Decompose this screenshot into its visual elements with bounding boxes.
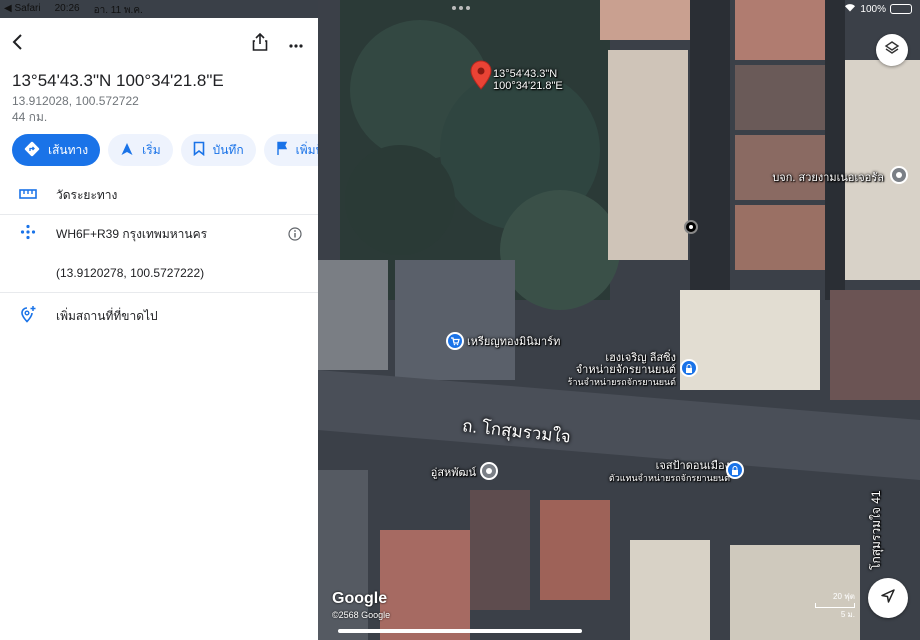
save-chip-label: บันทึก: [212, 142, 244, 157]
back-button[interactable]: [4, 30, 32, 58]
place-decimal-coords: 13.912028, 100.572722: [12, 94, 139, 108]
coordinates-label: (13.9120278, 100.5727222): [56, 266, 205, 280]
lock-icon: [731, 465, 739, 475]
chevron-left-icon: [12, 33, 24, 56]
plus-code-row[interactable]: WH6F+R39 กรุงเทพมหานคร: [0, 215, 318, 254]
battery-icon: [890, 4, 912, 14]
poi-marker-car2[interactable]: [726, 461, 744, 479]
poi-label-biz1[interactable]: บจก. สวยงามเนอเจอรัล: [772, 172, 884, 184]
layers-icon: [884, 40, 900, 61]
poi-label-car2[interactable]: เจสป้าดอนเมือง ตัวแทนจำหน่ายรถจักรยานยนต…: [609, 460, 730, 484]
poi-label-shop[interactable]: เหรียญทองมินิมาร์ท: [467, 336, 560, 348]
save-chip[interactable]: บันทึก: [180, 134, 256, 166]
add-missing-place-row[interactable]: เพิ่มสถานที่ที่ขาดไป: [0, 297, 318, 336]
poi-marker-shop[interactable]: [446, 332, 464, 350]
map-scale: 20 ฟุต 5 ม.: [815, 590, 855, 621]
lock-icon: [685, 363, 693, 373]
wifi-icon: [844, 3, 856, 15]
action-chips: เส้นทาง เริ่ม บันทึก เพิ่มป้าย: [0, 124, 318, 166]
measure-distance-row[interactable]: วัดระยะทาง: [0, 176, 318, 215]
directions-icon: [24, 141, 40, 160]
google-logo: Google: [332, 590, 388, 607]
plus-code-label: WH6F+R39 กรุงเทพมหานคร: [56, 227, 208, 241]
add-label-chip-label: เพิ่มป้าย: [295, 142, 318, 157]
add-location-icon: [20, 305, 36, 328]
location-pin[interactable]: [470, 60, 492, 95]
directions-chip[interactable]: เส้นทาง: [12, 134, 101, 166]
place-dot-icon: [896, 172, 902, 178]
place-distance: 44 กม.: [12, 110, 48, 124]
road-label-side: โกสุมรวมใจ 41: [869, 490, 883, 570]
info-icon[interactable]: [288, 227, 302, 246]
status-date: อา. 11 พ.ค.: [93, 5, 143, 16]
map-pin-icon: [470, 60, 492, 90]
place-details-list: วัดระยะทาง WH6F+R39 กรุงเทพมหานคร (13.91…: [0, 176, 318, 336]
status-time: 20:26: [54, 3, 80, 14]
ruler-icon: [19, 186, 37, 204]
share-icon: [252, 32, 268, 56]
add-label-chip[interactable]: เพิ่มป้าย: [263, 134, 318, 166]
shopping-cart-icon: [450, 336, 460, 346]
my-location-button[interactable]: [868, 578, 908, 618]
start-chip[interactable]: เริ่ม: [108, 134, 173, 166]
home-indicator[interactable]: [338, 629, 582, 633]
navigation-arrow-icon: [880, 588, 896, 609]
poi-marker-garage[interactable]: [480, 462, 498, 480]
place-title: 13°54'43.3"N 100°34'21.8"E: [12, 71, 224, 90]
plus-code-icon: [20, 224, 36, 245]
pin-label: 13°54'43.3"N 100°34'21.8"E: [493, 68, 563, 92]
battery-percent: 100%: [860, 3, 886, 15]
share-button[interactable]: [246, 30, 274, 58]
map-copyright: ©2568 Google: [332, 610, 391, 620]
directions-chip-label: เส้นทาง: [48, 142, 89, 157]
more-options-button[interactable]: [282, 30, 310, 58]
poi-label-garage[interactable]: อู่สหพัฒน์: [431, 467, 476, 479]
poi-marker-biz1[interactable]: [890, 166, 908, 184]
navigation-arrow-icon: [120, 142, 134, 159]
layers-button[interactable]: [876, 34, 908, 66]
more-horizontal-icon: [289, 35, 303, 53]
poi-label-car1[interactable]: เฮงเจริญ ลีสซิ่ง จำหน่ายจักรยานยนต์ ร้าน…: [568, 352, 676, 388]
poi-marker-small[interactable]: [684, 220, 698, 234]
measure-distance-label: วัดระยะทาง: [56, 187, 118, 202]
start-chip-label: เริ่ม: [142, 142, 161, 157]
place-dot-icon: [486, 468, 492, 474]
back-to-app-label[interactable]: ◀ Safari: [4, 3, 41, 18]
poi-marker-car1[interactable]: [680, 359, 698, 377]
flag-icon: [276, 141, 288, 159]
multitasking-grabber[interactable]: [452, 6, 470, 10]
bookmark-icon: [193, 141, 205, 159]
coordinates-row[interactable]: (13.9120278, 100.5727222): [0, 254, 318, 293]
add-missing-place-label: เพิ่มสถานที่ที่ขาดไป: [56, 309, 158, 323]
place-panel: 13°54'43.3"N 100°34'21.8"E 13.912028, 10…: [0, 18, 318, 640]
place-dot-icon: [689, 225, 693, 229]
